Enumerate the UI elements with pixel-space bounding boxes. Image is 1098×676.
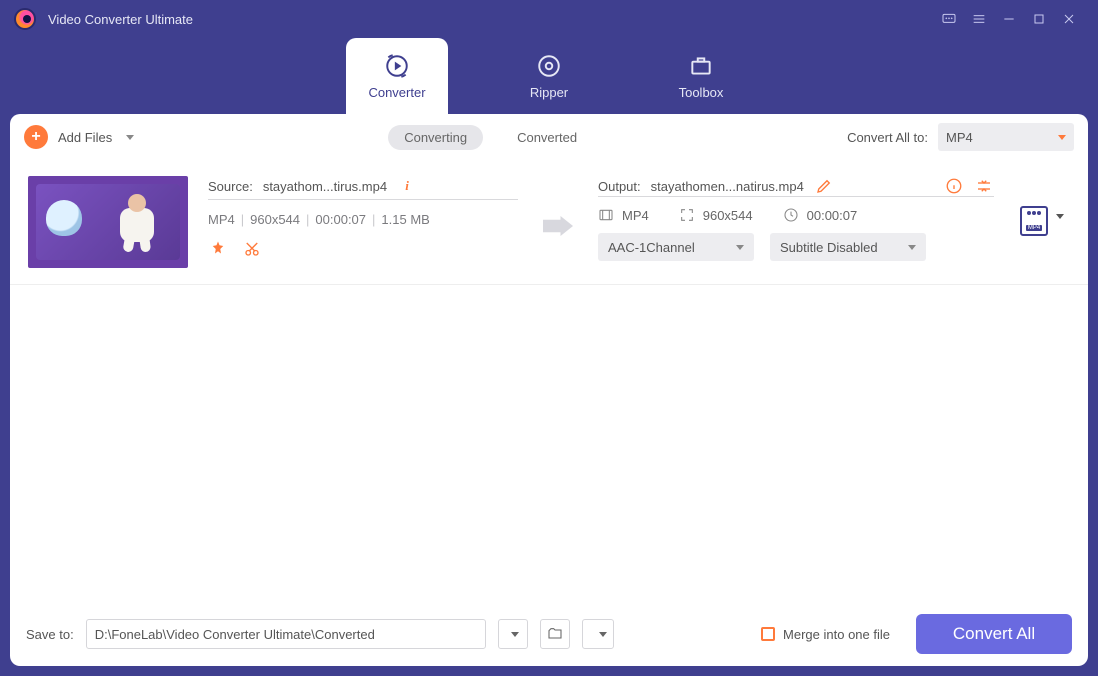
output-filename: stayathomen...natirus.mp4: [651, 179, 804, 194]
folder-icon: [547, 626, 563, 642]
output-resolution-cell: 960x544: [679, 207, 753, 223]
audio-select[interactable]: AAC-1Channel: [598, 233, 754, 261]
convert-all-to-label: Convert All to:: [847, 130, 928, 145]
main-tabs: Converter Ripper Toolbox: [0, 38, 1098, 114]
source-filename: stayathom...tirus.mp4: [263, 179, 387, 194]
tab-converted[interactable]: Converted: [501, 125, 593, 150]
arrow-right-icon: [538, 215, 578, 237]
file-list: Source: stayathom...tirus.mp4 i MP4| 960…: [10, 160, 1088, 602]
checkbox-icon: [761, 627, 775, 641]
source-duration: 00:00:07: [315, 212, 366, 227]
output-duration-cell: 00:00:07: [783, 207, 858, 223]
toolbar: + Add Files Converting Converted Convert…: [10, 114, 1088, 160]
save-path-field[interactable]: D:\FoneLab\Video Converter Ultimate\Conv…: [86, 619, 486, 649]
compress-icon[interactable]: [974, 176, 994, 196]
chevron-down-icon: [1058, 135, 1066, 140]
save-path-value: D:\FoneLab\Video Converter Ultimate\Conv…: [95, 627, 375, 642]
rename-icon[interactable]: [814, 176, 834, 196]
convert-all-format-value: MP4: [946, 130, 973, 145]
menu-icon[interactable]: [964, 4, 994, 34]
title-bar: Video Converter Ultimate: [0, 0, 1098, 38]
add-files-button[interactable]: + Add Files: [24, 125, 134, 149]
chevron-down-icon: [126, 135, 134, 140]
tab-converter[interactable]: Converter: [346, 38, 448, 114]
maximize-button[interactable]: [1024, 4, 1054, 34]
merge-checkbox[interactable]: Merge into one file: [761, 627, 890, 642]
close-button[interactable]: [1054, 4, 1084, 34]
resolution-icon: [679, 207, 695, 223]
minimize-button[interactable]: [994, 4, 1024, 34]
effects-icon[interactable]: [208, 239, 228, 259]
merge-label: Merge into one file: [783, 627, 890, 642]
settings-button[interactable]: [582, 619, 614, 649]
tab-converter-label: Converter: [368, 85, 425, 100]
app-window: Video Converter Ultimate Converter Rippe…: [0, 0, 1098, 676]
info-circle-icon[interactable]: [944, 176, 964, 196]
clock-icon: [783, 207, 799, 223]
subtitle-select-value: Subtitle Disabled: [780, 240, 878, 255]
add-files-label: Add Files: [58, 130, 112, 145]
video-icon: [598, 207, 614, 223]
output-format-cell: MP4: [598, 207, 649, 223]
chevron-down-icon: [1056, 214, 1064, 219]
source-meta: MP4| 960x544| 00:00:07| 1.15 MB: [208, 212, 518, 227]
chevron-down-icon: [511, 632, 519, 637]
tab-toolbox-label: Toolbox: [679, 85, 724, 100]
info-icon[interactable]: i: [397, 176, 417, 196]
save-to-label: Save to:: [26, 627, 74, 642]
app-logo-icon: [14, 8, 36, 30]
bottom-bar: Save to: D:\FoneLab\Video Converter Ulti…: [10, 602, 1088, 666]
chevron-down-icon: [908, 245, 916, 250]
tab-toolbox[interactable]: Toolbox: [650, 38, 752, 114]
output-label: Output:: [598, 179, 641, 194]
convert-all-format-select[interactable]: MP4: [938, 123, 1074, 151]
output-resolution: 960x544: [703, 208, 753, 223]
source-resolution: 960x544: [250, 212, 300, 227]
tab-ripper[interactable]: Ripper: [498, 38, 600, 114]
output-duration: 00:00:07: [807, 208, 858, 223]
save-path-dropdown[interactable]: [498, 619, 528, 649]
plus-icon: +: [24, 125, 48, 149]
source-format: MP4: [208, 212, 235, 227]
file-row: Source: stayathom...tirus.mp4 i MP4| 960…: [10, 160, 1088, 285]
source-column: Source: stayathom...tirus.mp4 i MP4| 960…: [208, 176, 518, 259]
audio-select-value: AAC-1Channel: [608, 240, 695, 255]
source-size: 1.15 MB: [381, 212, 429, 227]
status-tabs: Converting Converted: [388, 125, 593, 150]
output-column: Output: stayathomen...natirus.mp4 MP: [598, 176, 994, 261]
video-thumbnail[interactable]: [28, 176, 188, 268]
convert-all-button[interactable]: Convert All: [916, 614, 1072, 654]
tab-ripper-label: Ripper: [530, 85, 568, 100]
profile-icon: MP4: [1020, 206, 1048, 236]
tab-converting[interactable]: Converting: [388, 125, 483, 150]
output-profile[interactable]: MP4: [1014, 176, 1070, 236]
trim-icon[interactable]: [242, 239, 262, 259]
subtitle-select[interactable]: Subtitle Disabled: [770, 233, 926, 261]
open-folder-button[interactable]: [540, 619, 570, 649]
profile-badge: MP4: [1026, 225, 1042, 231]
output-format: MP4: [622, 208, 649, 223]
feedback-icon[interactable]: [934, 4, 964, 34]
app-title: Video Converter Ultimate: [48, 12, 193, 27]
source-label: Source:: [208, 179, 253, 194]
chevron-down-icon: [599, 632, 607, 637]
main-panel: + Add Files Converting Converted Convert…: [10, 114, 1088, 666]
chevron-down-icon: [736, 245, 744, 250]
